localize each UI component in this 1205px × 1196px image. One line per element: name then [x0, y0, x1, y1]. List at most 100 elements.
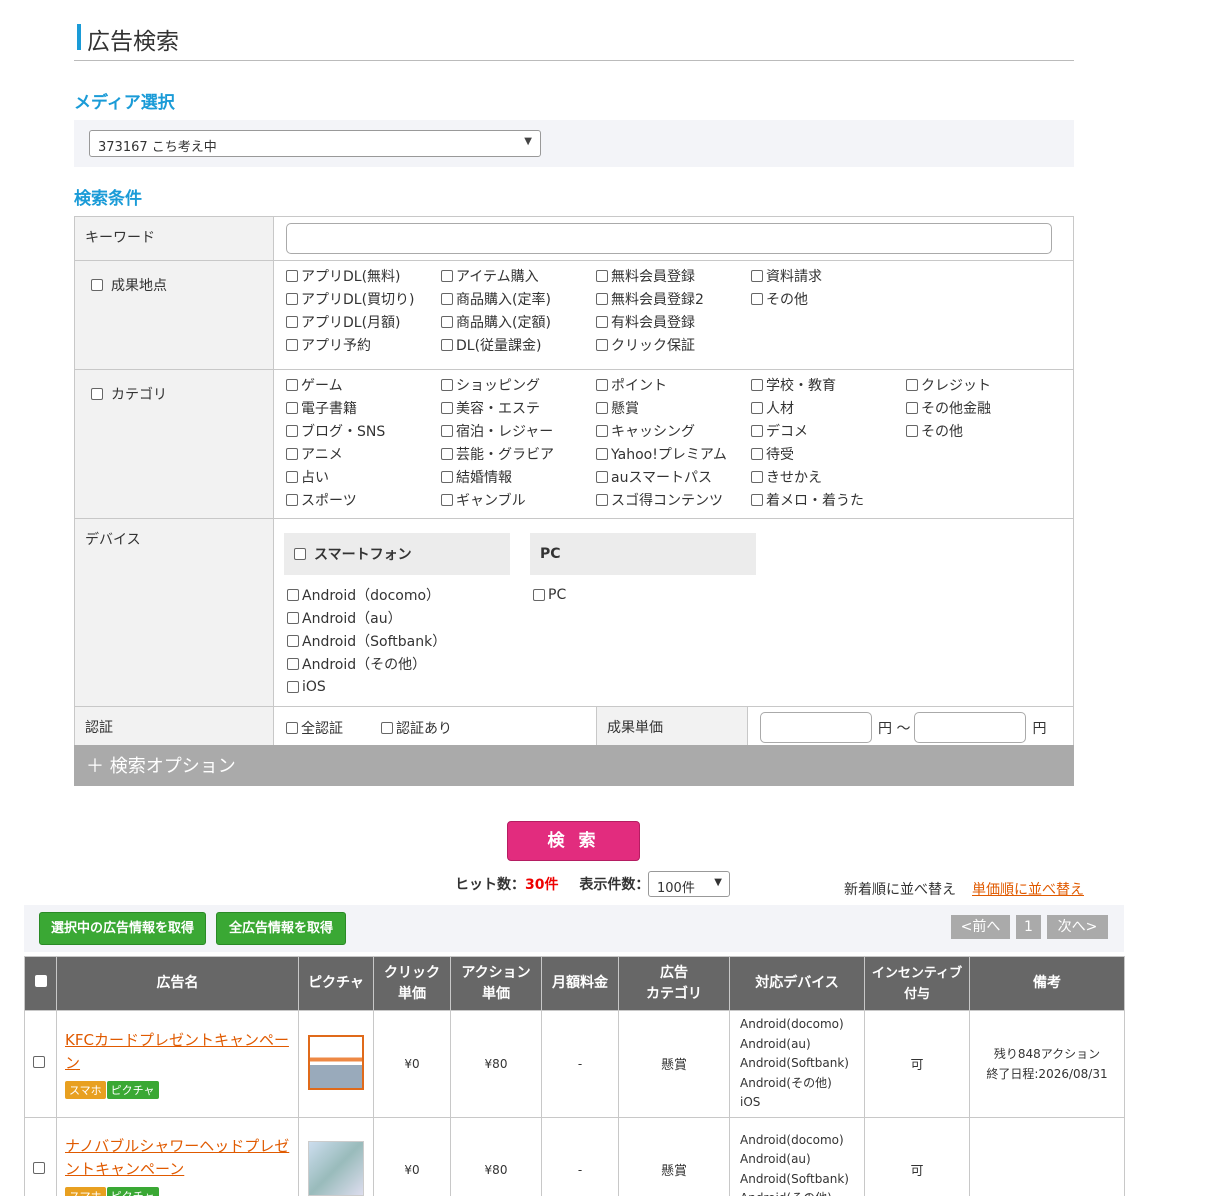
- category-checkbox[interactable]: ポイント: [596, 375, 751, 394]
- category-checkbox[interactable]: スポーツ: [286, 490, 441, 509]
- prev-page-button[interactable]: <前へ: [951, 915, 1010, 939]
- outcome-checkbox[interactable]: 商品購入(定額): [441, 312, 596, 331]
- checkbox-icon: [441, 315, 453, 328]
- per-page-select[interactable]: 100件 ▼: [648, 871, 730, 897]
- select-all-checkbox[interactable]: [24, 956, 57, 1011]
- smartphone-all-checkbox[interactable]: スマートフォン: [284, 533, 510, 575]
- category-checkbox[interactable]: きせかえ: [751, 467, 906, 486]
- price-max-input[interactable]: [914, 712, 1027, 743]
- category-checkbox[interactable]: 美容・エステ: [441, 398, 596, 417]
- smartphone-device-checkbox[interactable]: Android（docomo）: [287, 585, 510, 604]
- category-checkbox[interactable]: 人材: [751, 398, 906, 417]
- keyword-input[interactable]: [286, 223, 1052, 254]
- ad-thumbnail[interactable]: [308, 1034, 364, 1090]
- category-checkbox[interactable]: 電子書籍: [286, 398, 441, 417]
- outcome-checkbox[interactable]: 無料会員登録2: [596, 289, 751, 308]
- category-checkbox[interactable]: アニメ: [286, 444, 441, 463]
- search-conditions-table: キーワード 成果地点 アプリDL(無料) アイテム購入 無料会員登録 資料請求 アプリD…: [74, 216, 1074, 750]
- category-checkbox[interactable]: 学校・教育: [751, 375, 906, 394]
- category-checkbox[interactable]: 占い: [286, 467, 441, 486]
- hit-count: 30件: [525, 877, 559, 893]
- outcome-checkbox[interactable]: その他: [751, 289, 906, 308]
- outcome-checkbox[interactable]: 無料会員登録: [596, 266, 751, 285]
- category-checkbox[interactable]: 芸能・グラビア: [441, 444, 596, 463]
- smartphone-device-checkbox[interactable]: Android（au）: [287, 608, 510, 627]
- checkbox-label: Android（docomo）: [302, 587, 441, 604]
- ad-name-link[interactable]: KFCカードプレゼントキャンペーン: [65, 1031, 289, 1072]
- checkbox-label: 着メロ・着うた: [766, 492, 864, 509]
- smartphone-device-checkbox[interactable]: Android（Softbank）: [287, 631, 510, 650]
- checkbox-icon: [286, 721, 298, 734]
- outcome-checkbox[interactable]: アプリDL(無料): [286, 266, 441, 285]
- checkbox-label: 懸賞: [611, 400, 639, 417]
- category-checkbox[interactable]: デコメ: [751, 421, 906, 440]
- picture-tag: ピクチャ: [106, 1080, 159, 1099]
- checkbox-label: ブログ・SNS: [301, 423, 386, 440]
- table-row: KFCカードプレゼントキャンペーン スマホ ピクチャ ¥0 ¥80 - 懸賞 An…: [24, 1010, 1125, 1118]
- category-checkbox[interactable]: その他金融: [906, 398, 1061, 417]
- checkbox-label: アイテム購入: [456, 268, 539, 285]
- outcome-checkbox[interactable]: 資料請求: [751, 266, 906, 285]
- outcome-all-checkbox[interactable]: 成果地点: [91, 275, 263, 294]
- title-accent-bar: [77, 24, 81, 50]
- row-checkbox[interactable]: [24, 1116, 57, 1196]
- category-checkbox[interactable]: 待受: [751, 444, 906, 463]
- cert-all-checkbox[interactable]: 全認証: [286, 718, 343, 737]
- ad-thumbnail[interactable]: [308, 1140, 364, 1196]
- checkbox-label: DL(従量課金): [456, 337, 542, 354]
- category-checkbox[interactable]: 結婚情報: [441, 467, 596, 486]
- category-checkbox[interactable]: 着メロ・着うた: [751, 490, 906, 509]
- category-checkbox[interactable]: ショッピング: [441, 375, 596, 394]
- page-number[interactable]: 1: [1016, 915, 1041, 939]
- checkbox-label: Yahoo!プレミアム: [611, 446, 727, 463]
- smartphone-device-checkbox[interactable]: iOS: [287, 677, 510, 696]
- category-checkbox[interactable]: 宿泊・レジャー: [441, 421, 596, 440]
- outcome-checkbox[interactable]: 商品購入(定率): [441, 289, 596, 308]
- pc-column: PC PC: [530, 533, 756, 700]
- sort-price-link[interactable]: 単価順に並べ替え: [972, 879, 1084, 899]
- smartphone-device-checkbox[interactable]: Android（その他）: [287, 654, 510, 673]
- incentive: 可: [864, 1116, 970, 1196]
- category-checkbox[interactable]: キャッシング: [596, 421, 751, 440]
- search-options-toggle[interactable]: ＋ 検索オプション: [74, 745, 1074, 786]
- category-checkbox[interactable]: auスマートパス: [596, 467, 751, 486]
- cert-yes-checkbox[interactable]: 認証あり: [381, 718, 452, 737]
- chevron-down-icon: ▼: [714, 877, 722, 888]
- outcome-checkbox[interactable]: アイテム購入: [441, 266, 596, 285]
- outcome-label: 成果地点: [111, 277, 167, 294]
- checkbox-icon: [596, 401, 608, 414]
- category-checkbox[interactable]: ブログ・SNS: [286, 421, 441, 440]
- outcome-checkbox[interactable]: 有料会員登録: [596, 312, 751, 331]
- category-checkbox[interactable]: 懸賞: [596, 398, 751, 417]
- category-checkbox[interactable]: その他: [906, 421, 1061, 440]
- category-all-checkbox[interactable]: カテゴリ: [91, 384, 263, 403]
- empty-cell: [906, 490, 1061, 509]
- price-min-input[interactable]: [760, 712, 872, 743]
- row-checkbox[interactable]: [24, 1010, 57, 1118]
- checkbox-icon: [596, 338, 608, 351]
- outcome-checkbox[interactable]: アプリ予約: [286, 335, 441, 354]
- pc-device-checkbox[interactable]: PC: [533, 585, 756, 604]
- checkbox-icon: [33, 1162, 45, 1174]
- category-checkbox[interactable]: スゴ得コンテンツ: [596, 490, 751, 509]
- search-button[interactable]: 検 索: [507, 821, 640, 861]
- sort-new-link[interactable]: 新着順に並べ替え: [844, 879, 956, 899]
- category-checkbox[interactable]: ギャンブル: [441, 490, 596, 509]
- checkbox-icon: [596, 269, 608, 282]
- outcome-checkbox[interactable]: クリック保証: [596, 335, 751, 354]
- get-selected-button[interactable]: 選択中の広告情報を取得: [39, 912, 206, 945]
- outcome-checkbox[interactable]: DL(従量課金): [441, 335, 596, 354]
- checkbox-label: その他: [921, 423, 963, 440]
- col-incentive: インセンティブ 付与: [864, 956, 970, 1011]
- category-checkbox[interactable]: ゲーム: [286, 375, 441, 394]
- checkbox-icon: [596, 424, 608, 437]
- outcome-checkbox[interactable]: アプリDL(月額): [286, 312, 441, 331]
- outcome-checkbox[interactable]: アプリDL(買切り): [286, 289, 441, 308]
- category-checkbox[interactable]: クレジット: [906, 375, 1061, 394]
- next-page-button[interactable]: 次へ>: [1047, 915, 1108, 939]
- checkbox-label: デコメ: [766, 423, 808, 440]
- ad-name-link[interactable]: ナノバブルシャワーヘッドプレゼントキャンペーン: [65, 1137, 289, 1178]
- category-checkbox[interactable]: Yahoo!プレミアム: [596, 444, 751, 463]
- get-all-button[interactable]: 全広告情報を取得: [216, 912, 346, 945]
- media-select[interactable]: 373167 こち考え中 ▼: [89, 130, 541, 157]
